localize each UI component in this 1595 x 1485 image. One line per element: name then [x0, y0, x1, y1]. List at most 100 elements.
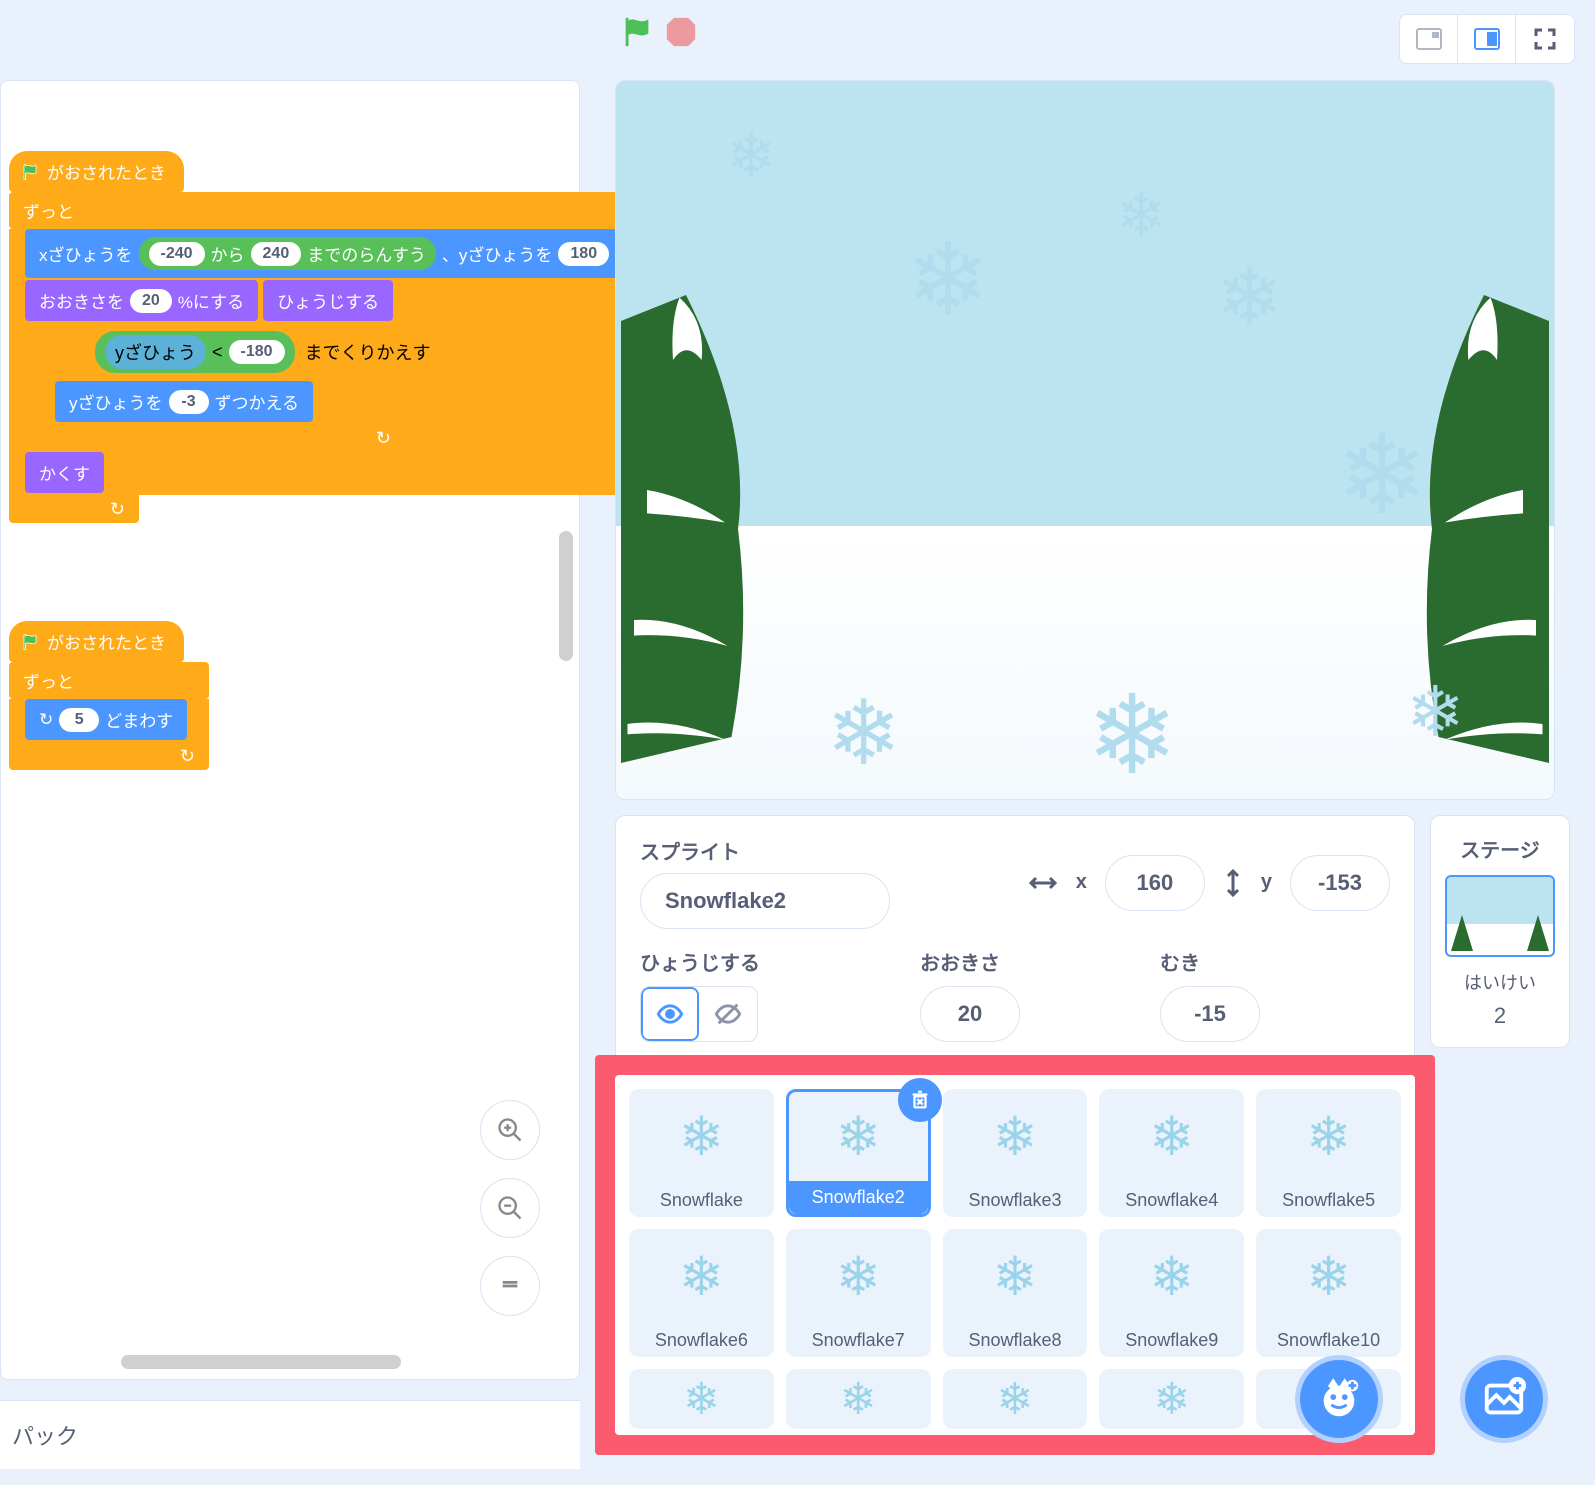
- stop-icon[interactable]: [664, 15, 698, 54]
- sprite-tile[interactable]: ❄: [1099, 1369, 1244, 1429]
- turn-block[interactable]: ↻ 5 どまわす: [25, 699, 187, 740]
- snowflake-sprite: ❄: [1336, 411, 1428, 539]
- backdrop-count: 2: [1441, 1003, 1559, 1029]
- snowflake-icon: ❄: [679, 1229, 724, 1324]
- zoom-in-button[interactable]: [480, 1100, 540, 1160]
- green-flag-icon[interactable]: [620, 15, 654, 54]
- repeat-until-block[interactable]: yざひょう < -180 までくりかえす: [45, 323, 445, 381]
- zoom-reset-button[interactable]: [480, 1256, 540, 1316]
- sprite-tile[interactable]: ❄: [943, 1369, 1088, 1429]
- sprite-tile[interactable]: ❄Snowflake7: [786, 1229, 931, 1357]
- stage-thumbnail[interactable]: [1445, 875, 1555, 957]
- rotate-icon: ↻: [39, 710, 53, 730]
- snowflake-icon: ❄: [992, 1229, 1037, 1324]
- sprite-tile[interactable]: ❄Snowflake: [629, 1089, 774, 1217]
- y-position-reporter[interactable]: yざひょう: [105, 335, 206, 369]
- add-sprite-button[interactable]: [1295, 1355, 1383, 1443]
- change-y-block[interactable]: yざひょうを -3 ずつかえる: [55, 381, 313, 422]
- hide-block[interactable]: かくす: [25, 452, 104, 493]
- snowflake-sprite: ❄: [726, 121, 776, 191]
- snowflake-icon: ❄: [836, 1229, 881, 1324]
- loop-arrow-icon: ↻: [110, 499, 125, 520]
- snowflake-sprite: ❄: [906, 221, 990, 338]
- sprite-tile[interactable]: ❄Snowflake2: [786, 1089, 931, 1217]
- add-backdrop-button[interactable]: [1460, 1355, 1548, 1443]
- goto-xy-block[interactable]: xざひょうを -240 から 240 までのらんすう 、yざひょうを 180 に…: [25, 229, 680, 278]
- forever-block[interactable]: ずっと: [9, 192, 680, 229]
- script-1[interactable]: がおされたとき ずっと xざひょうを -240 から 240 までのらんすう 、…: [9, 151, 680, 523]
- large-stage-button[interactable]: [1458, 15, 1516, 63]
- direction-input[interactable]: -15: [1160, 986, 1260, 1042]
- set-size-block[interactable]: おおきさを 20 %にする: [25, 280, 258, 321]
- number-input[interactable]: 240: [251, 242, 302, 266]
- sprite-tile[interactable]: ❄Snowflake3: [943, 1089, 1088, 1217]
- block-label: ずっと: [23, 203, 74, 222]
- hide-button[interactable]: [699, 987, 757, 1041]
- sprite-label: スプライト: [640, 836, 890, 865]
- snowflake-sprite: ❄: [1216, 251, 1283, 344]
- snowflake-icon: ❄: [1149, 1229, 1194, 1324]
- sprite-name-input[interactable]: Snowflake2: [640, 873, 890, 929]
- when-flag-clicked-block[interactable]: がおされたとき: [9, 151, 184, 192]
- forever-block[interactable]: ずっと: [9, 662, 209, 699]
- sprite-tile-label: Snowflake3: [968, 1184, 1061, 1217]
- number-input[interactable]: -240: [149, 242, 205, 266]
- snowflake-icon: ❄: [679, 1089, 724, 1184]
- script-2[interactable]: がおされたとき ずっと ↻ 5 どまわす ↻: [9, 621, 209, 770]
- sprite-tile[interactable]: ❄Snowflake10: [1256, 1229, 1401, 1357]
- flag-icon: [21, 163, 39, 181]
- top-bar: [0, 0, 1595, 80]
- snowflake-icon: ❄: [683, 1369, 720, 1429]
- sprite-tile[interactable]: ❄Snowflake8: [943, 1229, 1088, 1357]
- sprite-tile-label: Snowflake7: [812, 1324, 905, 1357]
- pick-random-block[interactable]: -240 から 240 までのらんすう: [139, 237, 436, 270]
- sprite-tile[interactable]: ❄Snowflake4: [1099, 1089, 1244, 1217]
- y-input[interactable]: -153: [1290, 855, 1390, 911]
- number-input[interactable]: 20: [130, 289, 172, 313]
- stage-title: ステージ: [1441, 834, 1559, 863]
- show-button[interactable]: [641, 987, 699, 1041]
- direction-label: むき: [1160, 947, 1260, 976]
- loop-arrow-icon: ↻: [180, 746, 195, 767]
- small-stage-button[interactable]: [1400, 15, 1458, 63]
- block-label: がおされたとき: [47, 159, 166, 184]
- fullscreen-button[interactable]: [1516, 15, 1574, 63]
- block-label: がおされたとき: [47, 629, 166, 654]
- sprite-tile[interactable]: ❄Snowflake5: [1256, 1089, 1401, 1217]
- sprite-tile-label: Snowflake10: [1277, 1324, 1380, 1357]
- number-input[interactable]: -180: [229, 340, 285, 364]
- snowflake-icon: ❄: [992, 1089, 1037, 1184]
- show-block[interactable]: ひょうじする: [263, 280, 393, 321]
- x-input[interactable]: 160: [1105, 855, 1205, 911]
- zoom-controls: [480, 1100, 540, 1316]
- sprite-list: ❄Snowflake❄Snowflake2❄Snowflake3❄Snowfla…: [615, 1075, 1415, 1435]
- number-input[interactable]: 180: [558, 242, 609, 266]
- stage-canvas: ❄ ❄ ❄ ❄ ❄ ❄ ❄ ❄: [616, 81, 1554, 799]
- vertical-scrollbar[interactable]: [559, 531, 573, 661]
- snowflake-sprite: ❄: [1116, 181, 1166, 251]
- when-flag-clicked-block[interactable]: がおされたとき: [9, 621, 184, 662]
- snowflake-icon: ❄: [997, 1369, 1034, 1429]
- snowflake-icon: ❄: [840, 1369, 877, 1429]
- zoom-out-button[interactable]: [480, 1178, 540, 1238]
- delete-sprite-button[interactable]: [898, 1078, 942, 1122]
- less-than-block[interactable]: yざひょう < -180: [95, 331, 295, 373]
- stage[interactable]: ❄ ❄ ❄ ❄ ❄ ❄ ❄ ❄: [615, 80, 1555, 800]
- sprite-tile[interactable]: ❄: [629, 1369, 774, 1429]
- loop-arrow-icon: ↻: [376, 428, 391, 449]
- snowflake-sprite: ❄: [826, 681, 901, 786]
- sprite-tile[interactable]: ❄Snowflake6: [629, 1229, 774, 1357]
- number-input[interactable]: 5: [59, 708, 99, 732]
- x-arrow-icon: [1028, 873, 1058, 893]
- snowflake-icon: ❄: [1149, 1089, 1194, 1184]
- backpack-panel[interactable]: パック: [0, 1400, 580, 1469]
- number-input[interactable]: -3: [169, 390, 209, 414]
- snowflake-sprite: ❄: [1086, 671, 1178, 799]
- stage-info-panel: ステージ はいけい 2: [1430, 815, 1570, 1048]
- sprite-tile[interactable]: ❄Snowflake9: [1099, 1229, 1244, 1357]
- c-block-end: ↻: [9, 495, 139, 523]
- sprite-tile-label: Snowflake8: [968, 1324, 1061, 1357]
- sprite-tile[interactable]: ❄: [786, 1369, 931, 1429]
- size-input[interactable]: 20: [920, 986, 1020, 1042]
- horizontal-scrollbar[interactable]: [121, 1355, 401, 1369]
